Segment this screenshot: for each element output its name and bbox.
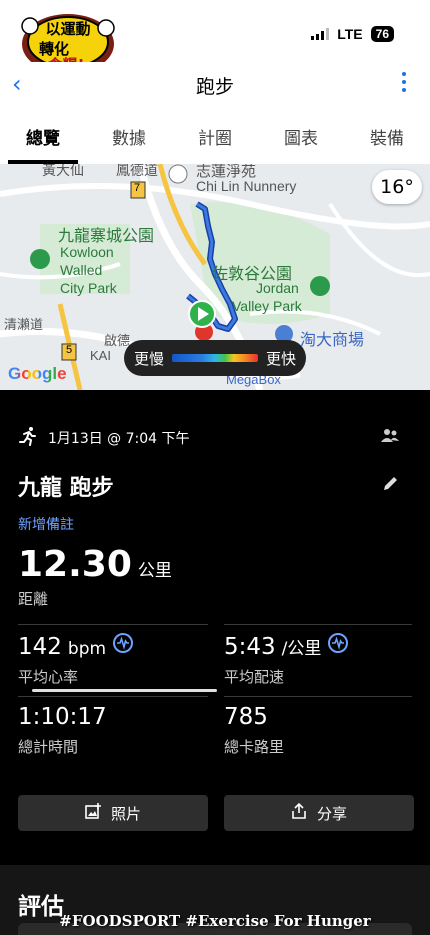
pace-value: 5:43	[224, 634, 276, 660]
time-value: 1:10:17	[18, 704, 107, 730]
map-label-fung-tak-road: 鳳德道	[116, 164, 158, 178]
page-title: 跑步	[195, 76, 234, 98]
speed-slow-label: 更慢	[134, 349, 165, 368]
map-label-jordan-en-1: Jordan	[256, 280, 299, 296]
map-label-park-en-1: Kowloon	[60, 244, 114, 260]
activity-title: 九龍 跑步	[18, 476, 114, 501]
time-label: 總計時間	[18, 738, 79, 756]
map-label-road-left: 清瀨道	[4, 317, 44, 332]
hr-unit: bpm	[67, 639, 107, 659]
speed-gradient	[172, 354, 258, 362]
google-logo: Google	[8, 364, 67, 383]
distance-value-row: 12.30 公里	[18, 544, 172, 585]
tab-bar: 總覽 數據 計圈 圖表 裝備	[0, 106, 430, 164]
tab-overview[interactable]: 總覽	[0, 106, 86, 164]
distance-label: 距離	[18, 590, 49, 608]
hr-label: 平均心率	[18, 668, 79, 686]
photos-button[interactable]: 照片	[18, 795, 208, 831]
distance-value: 12.30	[18, 544, 132, 585]
divider	[18, 696, 208, 697]
total-time-stat[interactable]: 1:10:17 總計時間	[18, 704, 107, 757]
divider	[224, 624, 412, 625]
logo-text-1: 以運動	[45, 20, 90, 38]
add-note-link[interactable]: 新增備註	[18, 514, 74, 534]
map-label-park-zh: 九龍寨城公園	[58, 228, 155, 245]
map-label-park-en-2: Walled	[60, 262, 103, 278]
share-button-label: 分享	[316, 804, 347, 823]
temperature-badge: 16°	[372, 170, 422, 204]
status-indicators: LTE 76	[311, 26, 394, 42]
pace-label: 平均配速	[224, 668, 285, 686]
route-map[interactable]: 黃大仙 鳳德道 志蓮淨苑 Chi Lin Nunnery 九龍寨城公園 Kowl…	[0, 164, 430, 390]
add-photo-icon	[85, 803, 101, 823]
network-label: LTE	[337, 26, 363, 42]
speed-legend: 更慢 更快	[124, 340, 306, 376]
route-5-shield: 5	[66, 344, 73, 356]
map-label-park-en-3: City Park	[60, 280, 117, 296]
people-icon[interactable]	[380, 428, 400, 448]
waveform-icon	[327, 632, 349, 658]
map-label-wong-tai-sin: 黃大仙	[42, 164, 84, 178]
tab-charts[interactable]: 圖表	[258, 106, 344, 164]
calories-value: 785	[224, 704, 268, 730]
tab-laps[interactable]: 計圈	[172, 106, 258, 164]
total-calories-stat[interactable]: 785 總卡路里	[224, 704, 284, 757]
map-label-amoy-plaza: 淘大商場	[300, 332, 365, 349]
share-icon	[291, 802, 307, 823]
hr-value: 142	[18, 634, 62, 660]
activity-datetime: 1月13日 @ 7:04 下午	[48, 431, 190, 447]
photos-button-label: 照片	[110, 804, 141, 823]
map-label-jordan-en-2: Valley Park	[232, 298, 302, 314]
distance-unit: 公里	[137, 561, 172, 581]
tab-gear[interactable]: 裝備	[344, 106, 430, 164]
activity-summary: 1月13日 @ 7:04 下午 九龍 跑步 新增備註 12.30 公里 距離 1…	[0, 390, 430, 935]
map-label-kai: KAI	[90, 348, 111, 363]
horizontal-scroll-indicator	[32, 689, 217, 692]
tab-data[interactable]: 數據	[86, 106, 172, 164]
avg-heart-rate-stat[interactable]: 142 bpm 平均心率	[18, 632, 134, 687]
map-label-kai-tak: 啟德	[104, 333, 131, 348]
divider	[224, 696, 412, 697]
calories-label: 總卡路里	[224, 738, 285, 756]
watermark-caption: #FOODSPORT #Exercise For Hunger	[59, 912, 371, 930]
divider	[18, 624, 208, 625]
pace-unit: /公里	[281, 639, 322, 659]
running-icon	[18, 426, 38, 450]
more-options-icon[interactable]	[402, 72, 408, 96]
signal-icon	[311, 28, 330, 40]
edit-pencil-icon[interactable]	[382, 474, 400, 496]
share-button[interactable]: 分享	[224, 795, 414, 831]
battery-badge: 76	[370, 26, 394, 42]
waveform-icon	[112, 632, 134, 658]
map-label-nunnery-en: Chi Lin Nunnery	[196, 178, 297, 194]
avg-pace-stat[interactable]: 5:43 /公里 平均配速	[224, 632, 349, 687]
nav-bar: ‹ 跑步	[0, 62, 430, 106]
activity-datetime-row: 1月13日 @ 7:04 下午	[18, 426, 190, 450]
route-7-shield: 7	[134, 182, 141, 194]
speed-fast-label: 更快	[265, 349, 296, 368]
